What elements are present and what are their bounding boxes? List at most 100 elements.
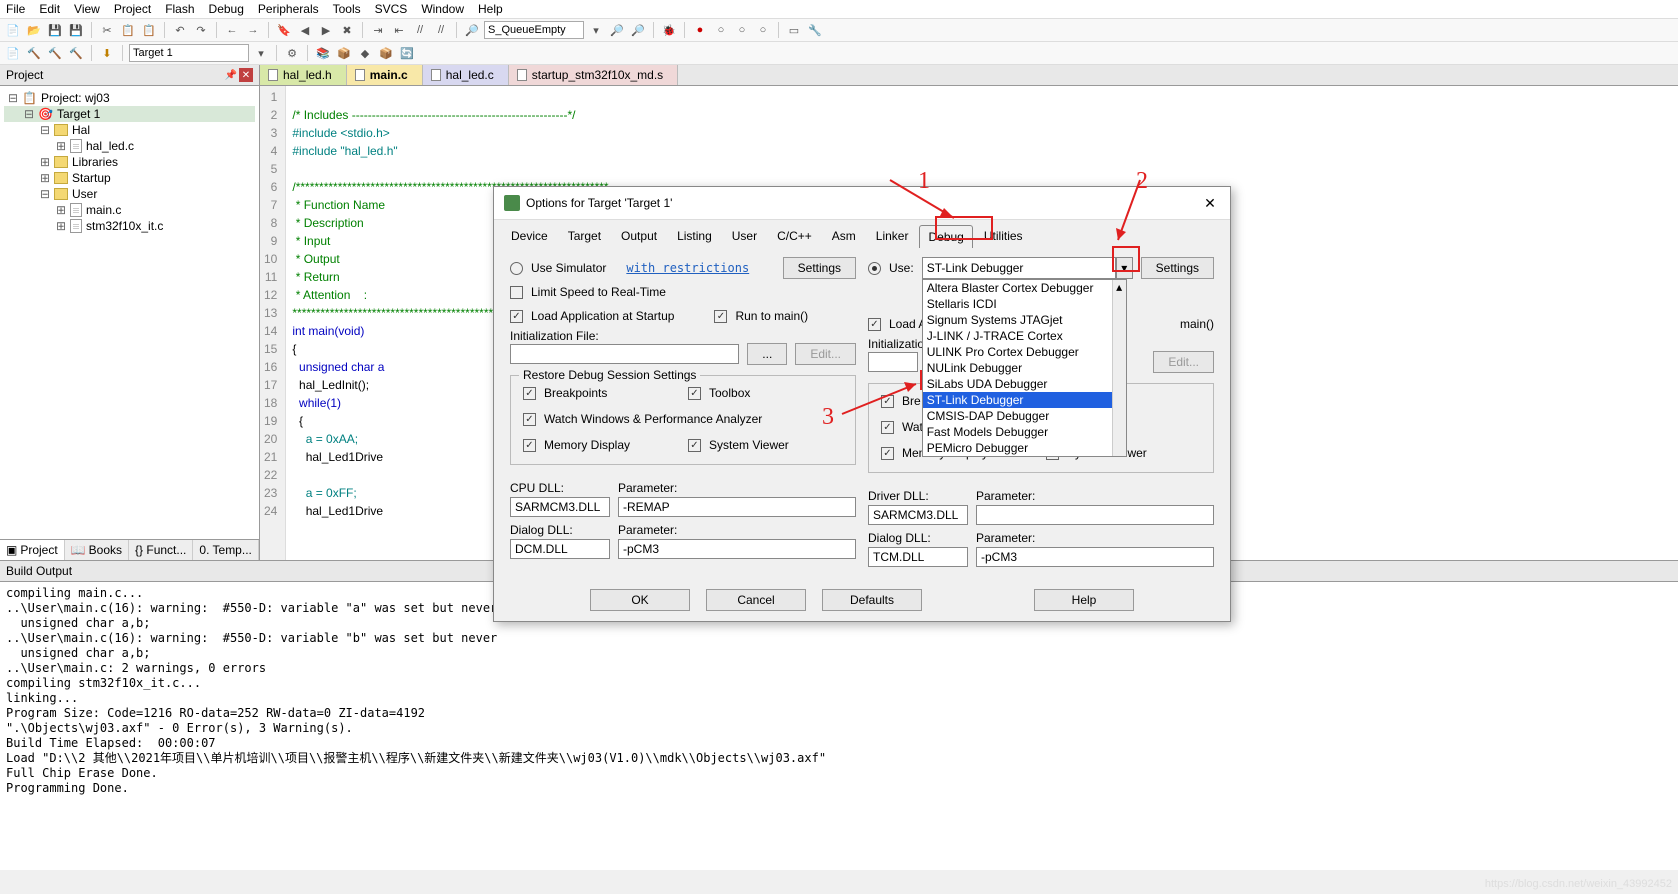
rebuild-icon[interactable]: 🔨	[46, 44, 64, 62]
breakpoint-disable-icon[interactable]: ○	[712, 21, 730, 39]
open-icon[interactable]: 📂	[25, 21, 43, 39]
debugger-dropdown[interactable]: Altera Blaster Cortex Debugger Stellaris…	[922, 279, 1127, 457]
panel-tab-templates[interactable]: 0. Temp...	[193, 540, 258, 560]
dialog-titlebar[interactable]: Options for Target 'Target 1' ✕	[494, 187, 1230, 220]
file-tab[interactable]: main.c	[347, 65, 423, 85]
tree-group[interactable]: User	[72, 187, 97, 201]
target-combo[interactable]: Target 1	[129, 44, 249, 62]
debugger-combo[interactable]: ST-Link Debugger	[922, 257, 1116, 279]
dropdown-item[interactable]: CMSIS-DAP Debugger	[923, 408, 1126, 424]
load-app-checkbox[interactable]	[868, 318, 881, 331]
breakpoints-checkbox[interactable]	[523, 387, 536, 400]
config-icon[interactable]: 🔧	[806, 21, 824, 39]
manage-books-icon[interactable]: 📚	[314, 44, 332, 62]
panel-tab-functions[interactable]: {} Funct...	[129, 540, 193, 560]
dropdown-item[interactable]: ST-Link Debugger	[923, 392, 1126, 408]
combo-arrow-icon[interactable]: ▾	[252, 44, 270, 62]
breakpoint-icon[interactable]: ●	[691, 21, 709, 39]
dialog-dll-input[interactable]	[868, 547, 968, 567]
tab-user[interactable]: User	[723, 224, 766, 247]
load-app-checkbox[interactable]	[510, 310, 523, 323]
param-input[interactable]	[976, 505, 1214, 525]
bookmark-next-icon[interactable]: ▶	[317, 21, 335, 39]
uncomment-icon[interactable]: //	[432, 21, 450, 39]
nav-fwd-icon[interactable]: →	[244, 21, 262, 39]
help-button[interactable]: Help	[1034, 589, 1134, 611]
edit-button[interactable]: Edit...	[795, 343, 856, 365]
redo-icon[interactable]: ↷	[192, 21, 210, 39]
saveall-icon[interactable]: 💾	[67, 21, 85, 39]
breakpoint-kill-icon[interactable]: ○	[733, 21, 751, 39]
file-tab[interactable]: hal_led.h	[260, 65, 347, 85]
tree-file[interactable]: hal_led.c	[86, 139, 134, 153]
init-file-input[interactable]	[868, 352, 918, 372]
memory-checkbox[interactable]	[881, 447, 894, 460]
dropdown-item[interactable]: Stellaris ICDI	[923, 296, 1126, 312]
file-tab[interactable]: startup_stm32f10x_md.s	[509, 65, 678, 85]
limit-speed-checkbox[interactable]	[510, 286, 523, 299]
bookmark-icon[interactable]: 🔖	[275, 21, 293, 39]
comment-icon[interactable]: //	[411, 21, 429, 39]
find-in-files-icon[interactable]: 🔎	[608, 21, 626, 39]
project-tree[interactable]: ⊟📋Project: wj03 ⊟🎯Target 1 ⊟Hal ⊞hal_led…	[0, 86, 259, 539]
tab-listing[interactable]: Listing	[668, 224, 721, 247]
defaults-button[interactable]: Defaults	[822, 589, 922, 611]
tree-target[interactable]: Target 1	[57, 107, 100, 121]
new-icon[interactable]: 📄	[4, 21, 22, 39]
tree-group[interactable]: Startup	[72, 171, 111, 185]
bookmark-prev-icon[interactable]: ◀	[296, 21, 314, 39]
dropdown-item[interactable]: ULINK Pro Cortex Debugger	[923, 344, 1126, 360]
menu-project[interactable]: Project	[114, 2, 151, 16]
browse-button[interactable]: ...	[747, 343, 787, 365]
dropdown-item[interactable]: J-LINK / J-TRACE Cortex	[923, 328, 1126, 344]
dialog-dll-input[interactable]	[510, 539, 610, 559]
debug-icon[interactable]: 🐞	[660, 21, 678, 39]
indent-icon[interactable]: ⇥	[369, 21, 387, 39]
memory-checkbox[interactable]	[523, 439, 536, 452]
toolbox-checkbox[interactable]	[688, 387, 701, 400]
options-icon[interactable]: ⚙	[283, 44, 301, 62]
tab-cpp[interactable]: C/C++	[768, 224, 821, 247]
tree-group[interactable]: Libraries	[72, 155, 118, 169]
dropdown-item[interactable]: SiLabs UDA Debugger	[923, 376, 1126, 392]
use-debugger-radio[interactable]	[868, 262, 881, 275]
dropdown-item[interactable]: Fast Models Debugger	[923, 424, 1126, 440]
use-simulator-radio[interactable]	[510, 262, 523, 275]
watch-checkbox[interactable]	[881, 421, 894, 434]
menu-window[interactable]: Window	[421, 2, 464, 16]
param-input[interactable]	[976, 547, 1214, 567]
menu-file[interactable]: File	[6, 2, 25, 16]
tree-file[interactable]: main.c	[86, 203, 121, 217]
run-main-checkbox[interactable]	[714, 310, 727, 323]
dropdown-item[interactable]: PEMicro Debugger	[923, 440, 1126, 456]
undo-icon[interactable]: ↶	[171, 21, 189, 39]
window-icon[interactable]: ▭	[785, 21, 803, 39]
cancel-button[interactable]: Cancel	[706, 589, 806, 611]
param-input[interactable]	[618, 539, 856, 559]
bookmark-clear-icon[interactable]: ✖	[338, 21, 356, 39]
menu-svcs[interactable]: SVCS	[375, 2, 408, 16]
menu-flash[interactable]: Flash	[165, 2, 194, 16]
tab-output[interactable]: Output	[612, 224, 666, 247]
outdent-icon[interactable]: ⇤	[390, 21, 408, 39]
pack-installer-icon[interactable]: 📦	[377, 44, 395, 62]
file-tab[interactable]: hal_led.c	[423, 65, 509, 85]
batch-build-icon[interactable]: 🔨	[67, 44, 85, 62]
paste-icon[interactable]: 📋	[140, 21, 158, 39]
panel-tab-books[interactable]: 📖Books	[65, 540, 129, 560]
tab-utilities[interactable]: Utilities	[975, 224, 1032, 247]
cpu-dll-input[interactable]	[510, 497, 610, 517]
find-combo[interactable]: S_QueueEmpty	[484, 21, 584, 39]
menu-peripherals[interactable]: Peripherals	[258, 2, 319, 16]
cut-icon[interactable]: ✂	[98, 21, 116, 39]
build-output-text[interactable]: compiling main.c... ..\User\main.c(16): …	[0, 582, 1678, 870]
tab-asm[interactable]: Asm	[823, 224, 865, 247]
incremental-find-icon[interactable]: 🔎	[629, 21, 647, 39]
menu-help[interactable]: Help	[478, 2, 503, 16]
sysview-checkbox[interactable]	[688, 439, 701, 452]
menu-view[interactable]: View	[74, 2, 100, 16]
param-input[interactable]	[618, 497, 856, 517]
close-icon[interactable]: ✕	[239, 68, 253, 82]
watch-checkbox[interactable]	[523, 413, 536, 426]
dropdown-item[interactable]: NULink Debugger	[923, 360, 1126, 376]
